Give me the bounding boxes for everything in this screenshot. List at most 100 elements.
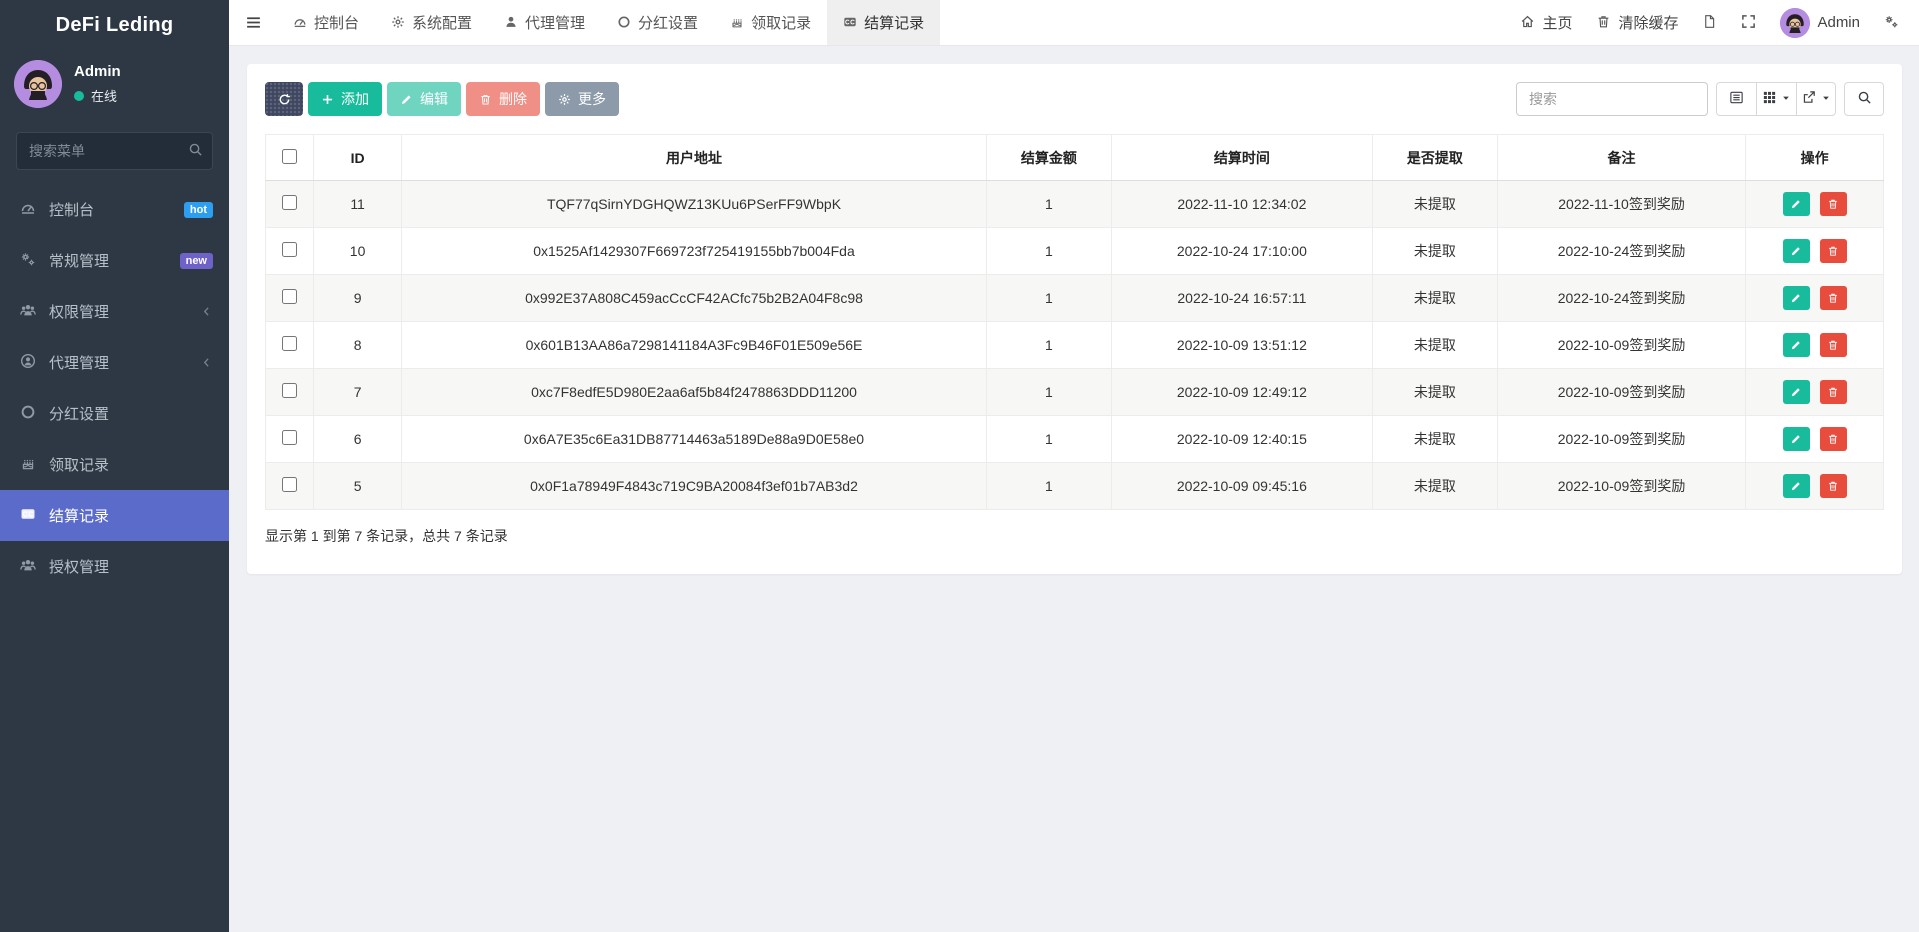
more-button[interactable]: 更多 bbox=[545, 82, 619, 116]
settings-button[interactable] bbox=[1884, 14, 1899, 31]
cell-amount: 1 bbox=[986, 463, 1111, 510]
row-checkbox[interactable] bbox=[282, 289, 297, 304]
table-row: 10 0x1525Af1429307F669723f725419155bb7b0… bbox=[266, 228, 1884, 275]
online-dot-icon bbox=[74, 91, 84, 101]
table-row: 7 0xc7F8edfE5D980E2aa6af5b84f2478863DDD1… bbox=[266, 369, 1884, 416]
row-edit-button[interactable] bbox=[1783, 192, 1810, 216]
search-icon bbox=[1857, 90, 1872, 107]
table-row: 9 0x992E37A808C459acCcCF42ACfc75b2B2A04F… bbox=[266, 275, 1884, 322]
table-row: 5 0x0F1a78949F4843c719C9BA20084f3ef01b7A… bbox=[266, 463, 1884, 510]
sidebar-item-授权管理[interactable]: 授权管理 bbox=[0, 541, 229, 592]
nav-tab-label: 代理管理 bbox=[525, 12, 585, 33]
grid-icon bbox=[1762, 90, 1777, 107]
nav-tab-领取记录[interactable]: 领取记录 bbox=[714, 0, 827, 45]
column-header-是否提取: 是否提取 bbox=[1372, 135, 1497, 181]
nav-tab-系统配置[interactable]: 系统配置 bbox=[375, 0, 488, 45]
edit-button[interactable]: 编辑 bbox=[387, 82, 461, 116]
cell-remark: 2022-10-24签到奖励 bbox=[1497, 275, 1745, 322]
cell-withdrawn: 未提取 bbox=[1372, 275, 1497, 322]
nav-tab-label: 领取记录 bbox=[751, 12, 811, 33]
file-button[interactable] bbox=[1702, 14, 1717, 31]
search-toggle-button[interactable] bbox=[1844, 82, 1884, 116]
row-checkbox[interactable] bbox=[282, 383, 297, 398]
row-checkbox[interactable] bbox=[282, 477, 297, 492]
refresh-button[interactable] bbox=[265, 82, 303, 116]
row-delete-button[interactable] bbox=[1820, 239, 1847, 263]
cell-time: 2022-10-09 12:40:15 bbox=[1111, 416, 1372, 463]
dashboard-icon bbox=[18, 200, 38, 219]
cell-time: 2022-10-09 09:45:16 bbox=[1111, 463, 1372, 510]
toolbar: 添加 编辑 删除 更多 bbox=[265, 82, 1884, 116]
fullscreen-button[interactable] bbox=[1741, 14, 1756, 31]
select-all-checkbox[interactable] bbox=[282, 149, 297, 164]
row-delete-button[interactable] bbox=[1820, 474, 1847, 498]
row-checkbox[interactable] bbox=[282, 242, 297, 257]
row-delete-button[interactable] bbox=[1820, 333, 1847, 357]
trash-icon bbox=[1827, 432, 1839, 446]
row-delete-button[interactable] bbox=[1820, 427, 1847, 451]
home-link[interactable]: 主页 bbox=[1520, 12, 1572, 33]
row-checkbox[interactable] bbox=[282, 336, 297, 351]
sidebar-search bbox=[16, 132, 213, 170]
row-checkbox[interactable] bbox=[282, 430, 297, 445]
row-edit-button[interactable] bbox=[1783, 380, 1810, 404]
pencil-icon bbox=[1790, 385, 1802, 399]
cell-time: 2022-10-09 13:51:12 bbox=[1111, 322, 1372, 369]
cell-address: 0x992E37A808C459acCcCF42ACfc75b2B2A04F8c… bbox=[402, 275, 987, 322]
nav-tab-分红设置[interactable]: 分红设置 bbox=[601, 0, 714, 45]
nav-tab-代理管理[interactable]: 代理管理 bbox=[488, 0, 601, 45]
row-delete-button[interactable] bbox=[1820, 286, 1847, 310]
cell-remark: 2022-10-09签到奖励 bbox=[1497, 463, 1745, 510]
sidebar-item-常规管理[interactable]: 常规管理 new bbox=[0, 235, 229, 286]
cell-withdrawn: 未提取 bbox=[1372, 416, 1497, 463]
sidebar-item-领取记录[interactable]: 领取记录 bbox=[0, 439, 229, 490]
sidebar-item-分红设置[interactable]: 分红设置 bbox=[0, 388, 229, 439]
sidebar-item-label: 权限管理 bbox=[49, 301, 189, 322]
sidebar-item-结算记录[interactable]: 结算记录 bbox=[0, 490, 229, 541]
nav-tab-控制台[interactable]: 控制台 bbox=[277, 0, 375, 45]
trash-icon bbox=[1827, 385, 1839, 399]
sidebar-search-input[interactable] bbox=[16, 132, 213, 170]
cell-time: 2022-10-09 12:49:12 bbox=[1111, 369, 1372, 416]
column-header-用户地址: 用户地址 bbox=[402, 135, 987, 181]
sidebar-item-代理管理[interactable]: 代理管理 bbox=[0, 337, 229, 388]
row-edit-button[interactable] bbox=[1783, 286, 1810, 310]
trash-icon bbox=[1827, 479, 1839, 493]
user-menu[interactable]: Admin bbox=[1780, 8, 1860, 38]
columns-button[interactable] bbox=[1756, 82, 1796, 116]
sidebar-item-label: 代理管理 bbox=[49, 352, 189, 373]
column-header-操作: 操作 bbox=[1746, 135, 1884, 181]
row-delete-button[interactable] bbox=[1820, 380, 1847, 404]
row-edit-button[interactable] bbox=[1783, 427, 1810, 451]
table-search-input[interactable] bbox=[1516, 82, 1708, 116]
cake-icon bbox=[730, 15, 744, 31]
cell-id: 5 bbox=[314, 463, 402, 510]
delete-button[interactable]: 删除 bbox=[466, 82, 540, 116]
export-button[interactable] bbox=[1796, 82, 1836, 116]
table-search bbox=[1516, 82, 1708, 116]
row-checkbox[interactable] bbox=[282, 195, 297, 210]
cell-address: 0x6A7E35c6Ea31DB87714463a5189De88a9D0E58… bbox=[402, 416, 987, 463]
gears-icon bbox=[18, 251, 38, 270]
row-edit-button[interactable] bbox=[1783, 474, 1810, 498]
user-icon bbox=[504, 15, 518, 31]
nav-tab-结算记录[interactable]: 结算记录 bbox=[827, 0, 940, 45]
sidebar-item-label: 控制台 bbox=[49, 199, 173, 220]
row-edit-button[interactable] bbox=[1783, 333, 1810, 357]
cake-icon bbox=[18, 455, 38, 474]
toggle-view-button[interactable] bbox=[1716, 82, 1756, 116]
hamburger-icon[interactable] bbox=[229, 0, 277, 45]
clear-cache-link[interactable]: 清除缓存 bbox=[1596, 12, 1678, 33]
row-edit-button[interactable] bbox=[1783, 239, 1810, 263]
pencil-icon bbox=[400, 91, 413, 107]
header-checkbox-cell bbox=[266, 135, 314, 181]
home-icon bbox=[1520, 14, 1535, 31]
sidebar-item-控制台[interactable]: 控制台 hot bbox=[0, 184, 229, 235]
cell-amount: 1 bbox=[986, 322, 1111, 369]
row-delete-button[interactable] bbox=[1820, 192, 1847, 216]
avatar bbox=[14, 60, 62, 108]
sidebar-item-权限管理[interactable]: 权限管理 bbox=[0, 286, 229, 337]
settlement-icon bbox=[843, 15, 857, 31]
pencil-icon bbox=[1790, 244, 1802, 258]
add-button[interactable]: 添加 bbox=[308, 82, 382, 116]
